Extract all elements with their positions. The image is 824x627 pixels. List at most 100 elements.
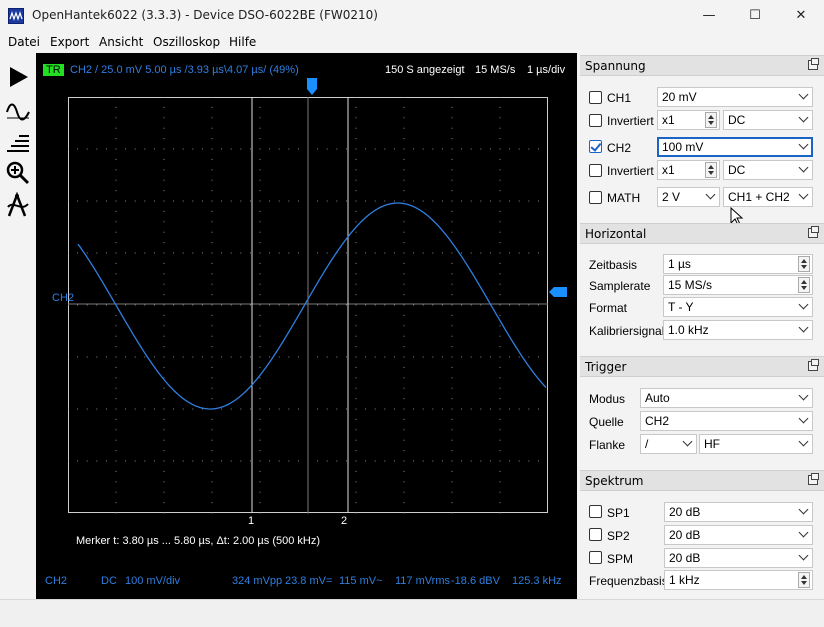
spin-arrows-icon <box>705 112 717 128</box>
chevron-down-icon <box>798 436 809 447</box>
modus-label: Modus <box>589 392 626 406</box>
trigger-badge: TR <box>43 64 64 76</box>
scope-display[interactable]: TR CH2 / 25.0 mV 5.00 µs /3.93 µs\4.07 µ… <box>36 53 577 599</box>
float-icon[interactable] <box>808 226 819 238</box>
trigger-level-marker[interactable] <box>548 286 568 298</box>
menu-datei[interactable]: Datei <box>8 35 40 49</box>
format-select[interactable]: T - Y <box>663 297 813 317</box>
spm-label: SPM <box>607 552 634 566</box>
menu-ansicht[interactable]: Ansicht <box>99 35 143 49</box>
section-spektrum[interactable]: Spektrum <box>580 470 824 491</box>
minimize-button[interactable]: — <box>686 0 732 31</box>
ch2-coupling-select[interactable]: DC <box>723 160 813 180</box>
ch2-invert-checkbox[interactable] <box>589 164 602 177</box>
math-voltage-select[interactable]: 2 V <box>657 187 720 207</box>
marker-2-label: 2 <box>341 515 348 527</box>
chevron-down-icon <box>798 139 809 150</box>
chevron-down-icon <box>798 162 809 173</box>
footer-freq: 125.3 kHz <box>512 575 562 587</box>
quelle-select[interactable]: CH2 <box>640 411 813 431</box>
spm-checkbox[interactable] <box>589 551 602 564</box>
chevron-down-icon <box>705 189 716 200</box>
ch2-voltage-select[interactable]: 100 mV <box>657 137 813 157</box>
footer-vrms: 117 mVrms <box>395 575 451 587</box>
ch1-invert-label: Invertiert <box>607 114 654 128</box>
spin-arrows-icon <box>798 256 810 272</box>
scope-header-info: CH2 / 25.0 mV 5.00 µs /3.93 µs\4.07 µs/ … <box>70 64 299 76</box>
chevron-down-icon <box>798 299 809 310</box>
spin-arrows-icon <box>798 277 810 293</box>
ch2-probe-spinbox[interactable]: x1 <box>657 160 720 180</box>
sp1-select[interactable]: 20 dB <box>664 502 813 522</box>
zoom-icon[interactable] <box>4 159 32 187</box>
section-horizontal-title: Horizontal <box>585 227 647 241</box>
trigger-position-marker[interactable] <box>306 77 318 97</box>
ch1-invert-checkbox[interactable] <box>589 114 602 127</box>
quelle-label: Quelle <box>589 415 624 429</box>
menu-hilfe[interactable]: Hilfe <box>229 35 256 49</box>
chevron-down-icon <box>798 390 809 401</box>
sp2-label: SP2 <box>607 529 630 543</box>
menu-export[interactable]: Export <box>50 35 89 49</box>
chevron-down-icon <box>798 527 809 538</box>
section-spannung-title: Spannung <box>585 59 646 73</box>
float-icon[interactable] <box>808 473 819 485</box>
minimize-icon: — <box>702 8 716 23</box>
float-icon[interactable] <box>808 359 819 371</box>
chevron-down-icon <box>798 322 809 333</box>
samples-shown: 150 S angezeigt <box>385 64 465 76</box>
menu-oszilloskop[interactable]: Oszilloskop <box>153 35 220 49</box>
sp1-label: SP1 <box>607 506 630 520</box>
samplerate-spinbox[interactable]: 15 MS/s <box>663 275 813 295</box>
sp1-checkbox[interactable] <box>589 505 602 518</box>
waveform-icon[interactable] <box>4 98 32 126</box>
spm-select[interactable]: 20 dB <box>664 548 813 568</box>
kalibrier-select[interactable]: 1.0 kHz <box>663 320 813 340</box>
footer-channel: CH2 <box>45 575 68 587</box>
ch1-probe-spinbox[interactable]: x1 <box>657 110 720 130</box>
close-icon: ✕ <box>795 8 807 23</box>
format-label: Format <box>589 301 628 315</box>
timebase-display: 1 µs/div <box>527 64 566 76</box>
zeitbasis-spinbox[interactable]: 1 µs <box>663 254 813 274</box>
math-mode-select[interactable]: CH1 + CH2 <box>723 187 813 207</box>
math-checkbox[interactable] <box>589 191 602 204</box>
ch1-coupling-select[interactable]: DC <box>723 110 813 130</box>
flanke-select[interactable]: / <box>640 434 697 454</box>
modus-select[interactable]: Auto <box>640 388 813 408</box>
chevron-down-icon <box>798 89 809 100</box>
play-icon[interactable] <box>4 63 32 91</box>
app-icon <box>8 8 24 24</box>
cursor-lines-icon[interactable] <box>4 131 32 159</box>
float-icon[interactable] <box>808 58 819 70</box>
footer-coupling: DC <box>101 575 117 587</box>
chevron-down-icon <box>798 504 809 515</box>
settings-panel: Spannung CH1 20 mV Invertiert x1 DC CH2 … <box>580 53 824 599</box>
ch2-label: CH2 <box>607 141 632 155</box>
ch1-voltage-select[interactable]: 20 mV <box>657 87 813 107</box>
section-trigger[interactable]: Trigger <box>580 356 824 377</box>
close-button[interactable]: ✕ <box>778 0 824 31</box>
sample-rate-display: 15 MS/s <box>475 64 516 76</box>
footer-vdc: 23.8 mV= <box>285 575 333 587</box>
maximize-button[interactable]: ☐ <box>732 0 778 31</box>
maximize-icon: ☐ <box>749 8 761 23</box>
trigger-filter-select[interactable]: HF <box>699 434 813 454</box>
toolbar <box>0 53 36 599</box>
kalibrier-label: Kalibriersignal <box>589 324 665 338</box>
channel-marker: CH2 <box>52 292 75 304</box>
footer-vac: 115 mV~ <box>339 575 383 587</box>
frequenzbasis-spinbox[interactable]: 1 kHz <box>664 570 813 590</box>
ch1-checkbox[interactable] <box>589 91 602 104</box>
frequenzbasis-label: Frequenzbasis <box>589 574 668 588</box>
sp2-checkbox[interactable] <box>589 528 602 541</box>
section-horizontal[interactable]: Horizontal <box>580 223 824 244</box>
measure-icon[interactable] <box>4 191 32 219</box>
section-spannung[interactable]: Spannung <box>580 55 824 76</box>
sp2-select[interactable]: 20 dB <box>664 525 813 545</box>
section-trigger-title: Trigger <box>585 360 627 374</box>
ch2-checkbox[interactable] <box>589 140 602 153</box>
footer-dbv: -18.6 dBV <box>451 575 500 587</box>
footer-vdiv: 100 mV/div <box>125 575 181 587</box>
ch2-invert-label: Invertiert <box>607 164 654 178</box>
